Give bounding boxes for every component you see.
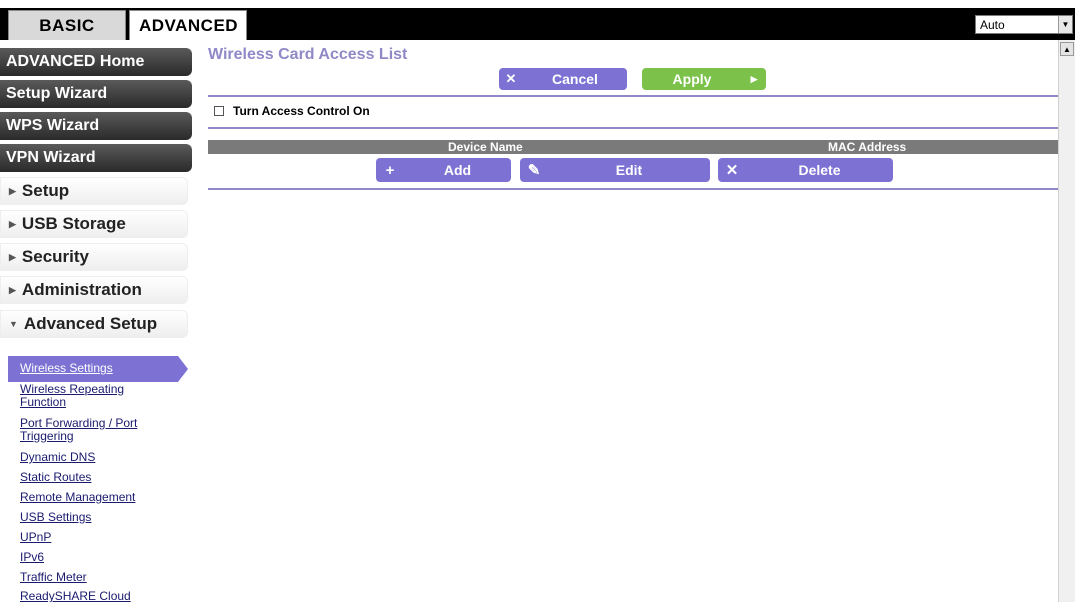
page-title: Wireless Card Access List — [208, 46, 408, 63]
apply-button-label: Apply — [672, 71, 712, 87]
sidebar-item-advanced-setup[interactable]: ▼ Advanced Setup — [0, 310, 188, 338]
sub-item-port-forwarding-line2[interactable]: Triggering — [20, 430, 74, 442]
triangle-right-icon: ▶ — [9, 218, 16, 229]
sub-item-wireless-repeating-line1[interactable]: Wireless Repeating — [20, 383, 124, 395]
sidebar-item-setup-wizard[interactable]: Setup Wizard — [0, 80, 192, 108]
triangle-right-icon: ▶ — [9, 185, 16, 196]
triangle-right-icon: ▶ — [9, 251, 16, 262]
sidebar-item-security[interactable]: ▶ Security — [0, 243, 188, 271]
tab-basic[interactable]: BASIC — [8, 10, 126, 40]
table-header: Device Name MAC Address — [208, 140, 1058, 154]
sub-item-usb-settings[interactable]: USB Settings — [20, 511, 91, 523]
sidebar: ADVANCED Home Setup Wizard WPS Wizard VP… — [0, 40, 200, 602]
access-control-label: Turn Access Control On — [233, 104, 370, 118]
sub-item-static-routes[interactable]: Static Routes — [20, 471, 91, 483]
top-bar: BASIC ADVANCED Auto ▼ — [0, 0, 1075, 40]
sidebar-item-setup[interactable]: ▶ Setup — [0, 177, 188, 205]
triangle-down-icon: ▼ — [9, 319, 18, 329]
sub-item-wireless-settings[interactable]: Wireless Settings — [20, 362, 113, 374]
play-arrow-icon: ▸ — [750, 71, 758, 86]
column-header-device-name: Device Name — [448, 140, 523, 154]
delete-button[interactable]: ✕ Delete — [718, 158, 893, 182]
sub-item-remote-management[interactable]: Remote Management — [20, 491, 135, 503]
sub-item-wireless-repeating-line2[interactable]: Function — [20, 396, 66, 408]
plus-icon: + — [385, 161, 395, 179]
access-control-checkbox[interactable] — [214, 106, 224, 116]
pencil-icon: ✎ — [527, 162, 541, 179]
apply-button[interactable]: Apply ▸ — [642, 68, 766, 90]
edit-button[interactable]: ✎ Edit — [520, 158, 710, 182]
triangle-right-icon: ▶ — [9, 284, 16, 295]
delete-button-label: Delete — [798, 162, 841, 178]
sidebar-item-wps-wizard[interactable]: WPS Wizard — [0, 112, 192, 140]
add-button[interactable]: + Add — [376, 158, 511, 182]
language-select-value: Auto — [980, 17, 1005, 32]
vertical-scrollbar[interactable]: ▲ — [1058, 40, 1075, 602]
sidebar-item-label: Setup — [21, 181, 70, 200]
access-control-row: Turn Access Control On — [214, 104, 370, 118]
divider — [208, 188, 1058, 190]
x-icon: ✕ — [725, 162, 739, 179]
chevron-down-icon[interactable]: ▼ — [1058, 16, 1072, 33]
sidebar-item-label: Administration — [21, 280, 142, 299]
add-button-label: Add — [443, 162, 472, 178]
cancel-button[interactable]: ✕ Cancel — [499, 68, 627, 90]
divider — [208, 127, 1058, 129]
sub-item-traffic-meter[interactable]: Traffic Meter — [20, 571, 87, 583]
divider — [208, 95, 1058, 97]
x-icon: ✕ — [505, 71, 517, 86]
sub-item-ipv6[interactable]: IPv6 — [20, 551, 44, 563]
sidebar-item-label: Advanced Setup — [23, 314, 158, 333]
column-header-mac-address: MAC Address — [828, 140, 907, 154]
sidebar-item-usb-storage[interactable]: ▶ USB Storage — [0, 210, 188, 238]
language-select[interactable]: Auto ▼ — [975, 15, 1073, 34]
sidebar-item-label: Security — [21, 247, 90, 266]
cancel-button-label: Cancel — [552, 71, 598, 87]
sidebar-item-advanced-home[interactable]: ADVANCED Home — [0, 48, 192, 76]
tab-advanced[interactable]: ADVANCED — [129, 10, 247, 40]
sub-item-dynamic-dns[interactable]: Dynamic DNS — [20, 451, 95, 463]
sub-item-upnp[interactable]: UPnP — [20, 531, 51, 543]
scroll-up-icon[interactable]: ▲ — [1060, 42, 1074, 56]
edit-button-label: Edit — [615, 162, 643, 178]
sidebar-item-label: USB Storage — [21, 214, 126, 233]
sidebar-item-administration[interactable]: ▶ Administration — [0, 276, 188, 304]
sub-item-port-forwarding-line1[interactable]: Port Forwarding / Port — [20, 417, 137, 429]
sidebar-item-vpn-wizard[interactable]: VPN Wizard — [0, 144, 192, 172]
sub-item-readyshare-cloud[interactable]: ReadySHARE Cloud — [20, 590, 131, 602]
